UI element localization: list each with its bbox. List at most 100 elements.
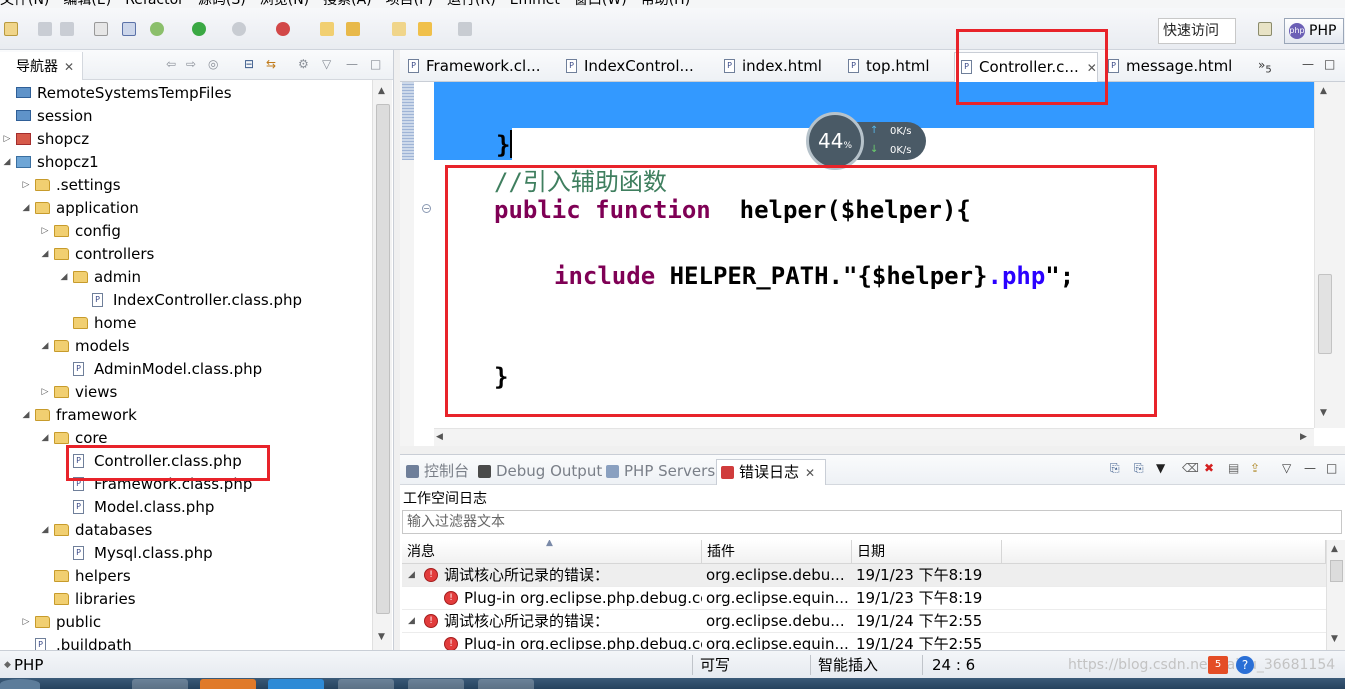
php-perspective-button[interactable]: php PHP: [1284, 18, 1344, 44]
import-log-icon[interactable]: ⎘: [1134, 462, 1146, 474]
collapse-arrow-icon[interactable]: ◢: [21, 404, 31, 427]
taskbar-item[interactable]: [408, 679, 464, 689]
table-row[interactable]: ◢! 调试核心所记录的错误： org.eclipse.debu... 19/1/24 …: [402, 610, 1326, 633]
menu-item[interactable]: 帮助(H): [641, 0, 690, 8]
column-header[interactable]: 插件: [702, 540, 852, 564]
new-icon[interactable]: [4, 22, 18, 36]
scroll-up-icon[interactable]: ▲: [378, 86, 385, 96]
collapse-arrow-icon[interactable]: ◢: [40, 427, 50, 450]
editor-tab[interactable]: P IndexControl...: [560, 52, 710, 82]
open-log-icon[interactable]: ▤: [1228, 462, 1240, 474]
save-icon[interactable]: [38, 22, 52, 36]
tab-navigator[interactable]: 导航器 ✕: [0, 52, 84, 80]
taskbar-item[interactable]: [478, 679, 534, 689]
debug-icon[interactable]: [150, 22, 164, 36]
fold-toggle-icon[interactable]: −: [422, 204, 431, 213]
editor-tab[interactable]: Pmessage.html: [1102, 52, 1252, 82]
editor-tab[interactable]: Ptop.html: [842, 52, 948, 82]
menu-item[interactable]: Emmet: [510, 0, 560, 8]
menu-item[interactable]: 运行(R): [447, 0, 496, 8]
tree-item[interactable]: ▷ public: [0, 611, 372, 634]
scroll-down-icon[interactable]: ▼: [1331, 634, 1338, 644]
editor-horizontal-scrollbar[interactable]: ◀ ▶: [434, 428, 1314, 446]
delete-log-icon[interactable]: ✖: [1204, 462, 1216, 474]
column-header[interactable]: 日期: [852, 540, 1002, 564]
filter-input[interactable]: 输入过滤器文本: [402, 510, 1342, 534]
run-icon[interactable]: [192, 22, 206, 36]
view-menu-icon[interactable]: ▽: [322, 58, 334, 70]
close-icon[interactable]: ✕: [805, 466, 815, 480]
tab-overflow-icon[interactable]: »5: [1258, 58, 1272, 75]
scroll-left-icon[interactable]: ◀: [436, 432, 443, 442]
collapse-arrow-icon[interactable]: ◢: [40, 519, 50, 542]
scroll-right-icon[interactable]: ▶: [1300, 432, 1307, 442]
back-icon[interactable]: ⇦: [166, 58, 178, 70]
tree-item[interactable]: ◢ controllers: [0, 243, 372, 266]
collapse-arrow-icon[interactable]: ◢: [2, 151, 12, 174]
tree-item[interactable]: ◢ framework: [0, 404, 372, 427]
quick-access-field[interactable]: 快速访问: [1158, 18, 1236, 44]
table-row[interactable]: ! Plug-in org.eclipse.php.debug.co org.ecl…: [402, 587, 1326, 610]
menu-item[interactable]: Refactor: [125, 0, 184, 8]
panel-tab[interactable]: 错误日志 ✕: [716, 459, 826, 485]
dropdown-icon[interactable]: ▼: [1156, 462, 1168, 474]
menu-item[interactable]: 窗口(W): [574, 0, 627, 8]
expand-arrow-icon[interactable]: ▷: [21, 174, 31, 197]
network-speed-widget[interactable]: ↑ 0K/s ↓ 0K/s 44%: [806, 112, 926, 170]
tree-item[interactable]: ▷ .settings: [0, 174, 372, 197]
editor-vertical-scrollbar[interactable]: ▲ ▼: [1314, 82, 1345, 428]
scroll-up-icon[interactable]: ▲: [1331, 544, 1338, 554]
scroll-down-icon[interactable]: ▼: [1320, 408, 1327, 418]
collapse-arrow-icon[interactable]: ◢: [408, 610, 415, 633]
tree-item[interactable]: ◢ databases: [0, 519, 372, 542]
close-icon[interactable]: ✕: [64, 60, 74, 74]
forward-icon[interactable]: [458, 22, 472, 36]
open-perspective-icon[interactable]: [1258, 22, 1272, 36]
tree-item[interactable]: ▷ shopcz: [0, 128, 372, 151]
tree-item[interactable]: home: [0, 312, 372, 335]
scroll-up-icon[interactable]: ▲: [1320, 86, 1327, 96]
maximize-icon[interactable]: □: [1324, 58, 1336, 70]
expand-arrow-icon[interactable]: ▷: [40, 381, 50, 404]
menu-item[interactable]: 搜索(A): [323, 0, 372, 8]
tree-item[interactable]: ◢ shopcz1: [0, 151, 372, 174]
expand-arrow-icon[interactable]: ▷: [2, 128, 12, 151]
scroll-down-icon[interactable]: ▼: [378, 632, 385, 642]
skip-breakpoints-icon[interactable]: [122, 22, 136, 36]
log-scrollbar[interactable]: ▲ ▼: [1326, 540, 1345, 651]
taskbar-item[interactable]: [200, 679, 256, 689]
minimize-icon[interactable]: —: [1302, 58, 1314, 70]
navigator-scrollbar[interactable]: ▲ ▼: [372, 80, 392, 650]
collapse-arrow-icon[interactable]: ◢: [59, 266, 69, 289]
menu-item[interactable]: 编辑(E): [63, 0, 111, 8]
tree-item[interactable]: RemoteSystemsTempFiles: [0, 82, 372, 105]
save-all-icon[interactable]: [60, 22, 74, 36]
expand-arrow-icon[interactable]: ▷: [40, 220, 50, 243]
editor-tab[interactable]: P Framework.cl...: [402, 52, 552, 82]
export-log-icon[interactable]: ⎘: [1110, 462, 1122, 474]
scroll-thumb[interactable]: [1330, 560, 1343, 582]
view-menu-icon[interactable]: ▽: [1282, 462, 1294, 474]
tree-item[interactable]: P IndexController.class.php: [0, 289, 372, 312]
last-edit-icon[interactable]: [392, 22, 406, 36]
external-tools-icon[interactable]: [232, 22, 246, 36]
collapse-arrow-icon[interactable]: ◢: [408, 564, 415, 587]
table-row[interactable]: ! Plug-in org.eclipse.php.debug.co org.ecl…: [402, 633, 1326, 651]
filters-icon[interactable]: ⚙: [298, 58, 310, 70]
taskbar-item[interactable]: [132, 679, 188, 689]
tree-item[interactable]: P Model.class.php: [0, 496, 372, 519]
profile-icon[interactable]: [276, 22, 290, 36]
collapse-arrow-icon[interactable]: ◢: [21, 197, 31, 220]
menu-item[interactable]: 浏览(N): [260, 0, 309, 8]
panel-tab[interactable]: 控制台: [402, 459, 472, 485]
tree-item[interactable]: ▷ views: [0, 381, 372, 404]
tree-item[interactable]: libraries: [0, 588, 372, 611]
tree-item[interactable]: helpers: [0, 565, 372, 588]
tree-item[interactable]: P .buildpath: [0, 634, 372, 650]
tree-item[interactable]: ◢ application: [0, 197, 372, 220]
tree-item[interactable]: ◢ admin: [0, 266, 372, 289]
expand-arrow-icon[interactable]: ▷: [21, 611, 31, 634]
binary-icon[interactable]: [94, 22, 108, 36]
collapse-arrow-icon[interactable]: ◢: [40, 335, 50, 358]
menu-item[interactable]: 源码(S): [198, 0, 246, 8]
